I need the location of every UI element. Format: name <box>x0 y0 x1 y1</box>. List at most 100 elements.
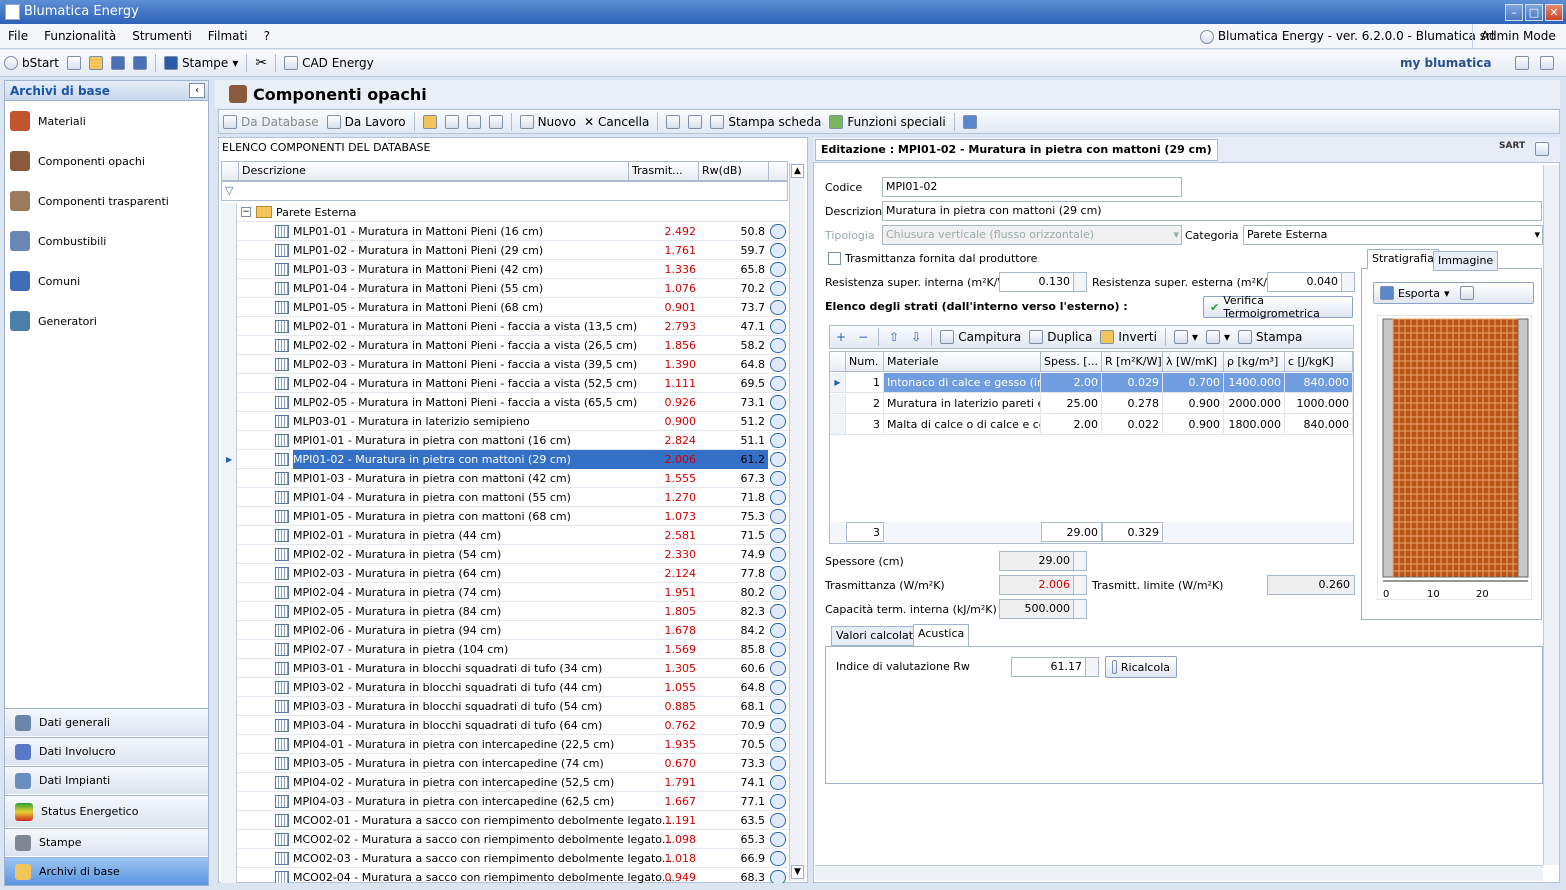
acoustic-icon[interactable] <box>770 566 786 581</box>
sidebar-item-componenti-opachi[interactable]: Componenti opachi <box>5 141 208 181</box>
table-row[interactable]: MPI02-01 - Muratura in pietra (44 cm) 2.5… <box>221 526 788 545</box>
edit-scrollbar[interactable] <box>1543 165 1559 865</box>
table-row[interactable]: MPI01-04 - Muratura in pietra con matton… <box>221 488 788 507</box>
menu-help[interactable]: ? <box>256 24 278 49</box>
table-row[interactable]: MLP03-01 - Muratura in laterizio semipie… <box>221 412 788 431</box>
acoustic-icon[interactable] <box>770 737 786 752</box>
table-row[interactable]: MPI04-01 - Muratura in pietra con interc… <box>221 735 788 754</box>
table-row[interactable]: MPI03-04 - Muratura in blocchi squadrati… <box>221 716 788 735</box>
acoustic-icon[interactable] <box>770 452 786 467</box>
indice-rw-field[interactable]: 61.17 <box>1011 657 1099 677</box>
open-button[interactable] <box>85 50 107 77</box>
filter-icon[interactable]: ▽ <box>225 184 233 197</box>
scroll-down-icon[interactable]: ▼ <box>791 865 804 879</box>
table-row[interactable]: MLP01-04 - Muratura in Mattoni Pieni (55… <box>221 279 788 298</box>
scroll-up-icon[interactable]: ▲ <box>791 164 804 178</box>
table-row[interactable]: MPI01-05 - Muratura in pietra con matton… <box>221 507 788 526</box>
table-row[interactable]: MLP01-02 - Muratura in Mattoni Pieni (29… <box>221 241 788 260</box>
acoustic-icon[interactable] <box>770 756 786 771</box>
table-row[interactable]: MPI02-07 - Muratura in pietra (104 cm) 1.… <box>221 640 788 659</box>
col-spessore[interactable]: Spess. [... <box>1041 352 1102 372</box>
acoustic-icon[interactable] <box>770 224 786 239</box>
table-row[interactable]: MLP02-02 - Muratura in Mattoni Pieni - f… <box>221 336 788 355</box>
table-row[interactable]: MPI02-05 - Muratura in pietra (84 cm) 1.8… <box>221 602 788 621</box>
col-resistenza[interactable]: R [m²K/W] <box>1102 352 1163 372</box>
paste-button[interactable] <box>684 108 706 135</box>
acoustic-icon[interactable] <box>770 699 786 714</box>
sidebar-item-componenti-trasparenti[interactable]: Componenti trasparenti <box>5 181 208 221</box>
table-row[interactable]: MPI03-01 - Muratura in blocchi squadrati… <box>221 659 788 678</box>
menu-filmati[interactable]: Filmati <box>200 24 256 49</box>
menu-strumenti[interactable]: Strumenti <box>124 24 200 49</box>
layout-dropdown[interactable]: ▾ <box>1170 324 1202 351</box>
save-all-button[interactable] <box>129 50 151 77</box>
my-blumatica-link[interactable]: my blumatica <box>1400 56 1491 70</box>
acoustic-icon[interactable] <box>770 661 786 676</box>
acoustic-icon[interactable] <box>770 376 786 391</box>
inverti-button[interactable]: Inverti <box>1096 324 1161 351</box>
acoustic-icon[interactable] <box>770 680 786 695</box>
acoustic-icon[interactable] <box>770 414 786 429</box>
export-dropdown[interactable]: ▾ <box>1202 324 1234 351</box>
acoustic-icon[interactable] <box>770 262 786 277</box>
strato-row[interactable]: 3 Malta di calce o di calce e ce... 2.00 0.… <box>830 415 1353 436</box>
col-num[interactable]: Num. <box>846 352 884 372</box>
table-row[interactable]: MPI04-03 - Muratura in pietra con interc… <box>221 792 788 811</box>
grid-filter-row[interactable]: ▽ <box>221 181 788 201</box>
acoustic-icon[interactable] <box>770 319 786 334</box>
acoustic-icon[interactable] <box>770 642 786 657</box>
codice-field[interactable]: MPI01-02 <box>882 177 1182 197</box>
collapse-button[interactable] <box>463 108 485 135</box>
trasmittanza-produttore-checkbox[interactable] <box>828 252 841 265</box>
refresh-button[interactable] <box>419 108 441 135</box>
acoustic-icon[interactable] <box>770 243 786 258</box>
table-row[interactable]: MCO02-01 - Muratura a sacco con riempime… <box>221 811 788 830</box>
save-button[interactable] <box>107 50 129 77</box>
col-descrizione[interactable]: Descrizione <box>239 162 629 180</box>
export-button[interactable] <box>959 108 981 135</box>
acoustic-icon[interactable] <box>770 281 786 296</box>
add-icon[interactable] <box>1515 56 1529 70</box>
col-densita[interactable]: ρ [kg/m³] <box>1224 352 1285 372</box>
acoustic-icon[interactable] <box>770 547 786 562</box>
acoustic-icon[interactable] <box>770 604 786 619</box>
nuovo-button[interactable]: Nuovo <box>516 108 580 135</box>
col-materiale[interactable]: Materiale <box>884 352 1041 372</box>
table-row[interactable]: MPI01-01 - Muratura in pietra con matton… <box>221 431 788 450</box>
table-row[interactable]: MCO02-03 - Muratura a sacco con riempime… <box>221 849 788 868</box>
nav-dati-generali[interactable]: Dati generali <box>5 708 208 736</box>
sidebar-item-combustibili[interactable]: Combustibili <box>5 221 208 261</box>
table-row[interactable]: ▶ MPI01-02 - Muratura in pietra con matto… <box>221 450 788 469</box>
table-row[interactable]: MLP01-05 - Muratura in Mattoni Pieni (68… <box>221 298 788 317</box>
bstart-button[interactable]: bStart <box>0 50 63 77</box>
acoustic-icon[interactable] <box>770 870 786 883</box>
expand-button[interactable] <box>441 108 463 135</box>
acoustic-icon[interactable] <box>770 509 786 524</box>
acoustic-icon[interactable] <box>770 338 786 353</box>
tools-button[interactable]: ✂ <box>251 50 271 77</box>
move-up-icon[interactable]: ⇧ <box>883 330 905 344</box>
nav-dati-impianti[interactable]: Dati Impianti <box>5 766 208 794</box>
close-button[interactable]: ✕ <box>1545 4 1563 21</box>
acoustic-icon[interactable] <box>770 623 786 638</box>
acoustic-icon[interactable] <box>770 794 786 809</box>
tab-immagine[interactable]: Immagine <box>1433 251 1499 271</box>
stampa-scheda-button[interactable]: Stampa scheda <box>706 108 825 135</box>
da-lavoro-button[interactable]: Da Lavoro <box>323 108 410 135</box>
spinner-icon[interactable] <box>1073 273 1086 291</box>
remove-layer-icon[interactable]: − <box>852 330 874 344</box>
copy-button[interactable] <box>662 108 684 135</box>
tab-acustica[interactable]: Acustica <box>913 624 970 647</box>
acoustic-icon[interactable] <box>770 585 786 600</box>
tab-stratigrafia[interactable]: Stratigrafia <box>1367 249 1439 270</box>
acoustic-icon[interactable] <box>770 357 786 372</box>
grid-scrollbar[interactable]: ▲ ▼ <box>789 163 805 881</box>
window-layout-icon[interactable] <box>1535 142 1549 156</box>
stampa-strati-button[interactable]: Stampa <box>1234 324 1306 351</box>
cancella-button[interactable]: ✕ Cancella <box>580 108 653 135</box>
spinner-icon[interactable] <box>1341 273 1354 291</box>
minimize-button[interactable]: – <box>1505 4 1523 21</box>
res-int-field[interactable]: 0.130 <box>999 272 1087 292</box>
esporta-button[interactable]: Esporta ▾ <box>1373 282 1534 304</box>
tipologia-select[interactable]: Chiusura verticale (flusso orizzontale) ▾ <box>882 225 1182 245</box>
